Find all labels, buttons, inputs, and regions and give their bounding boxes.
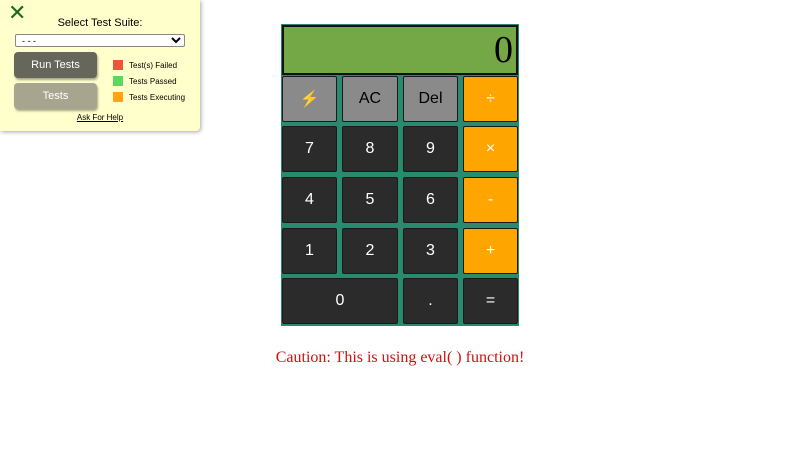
multiply-key[interactable]: ×	[463, 126, 518, 172]
legend-executing: Tests Executing	[113, 89, 185, 105]
digit-6-key[interactable]: 6	[403, 177, 458, 223]
caution-message: Caution: This is using eval( ) function!	[275, 349, 525, 366]
digit-1-key[interactable]: 1	[282, 228, 337, 274]
flash-key[interactable]: ⚡	[282, 76, 337, 122]
divide-key[interactable]: ÷	[463, 76, 518, 122]
digit-2-key[interactable]: 2	[342, 228, 398, 274]
equals-key[interactable]: =	[463, 278, 518, 324]
ask-for-help-link[interactable]: Ask For Help	[0, 113, 200, 122]
legend-label-passed: Tests Passed	[129, 76, 177, 86]
test-legend: Test(s) Failed Tests Passed Tests Execut…	[113, 57, 185, 105]
digit-0-key[interactable]: 0	[282, 278, 398, 324]
calculator-display: 0	[282, 25, 518, 75]
subtract-key[interactable]: -	[463, 177, 518, 223]
delete-key[interactable]: Del	[403, 76, 458, 122]
lightning-icon: ⚡	[299, 91, 320, 108]
legend-swatch-passed	[113, 76, 123, 86]
clear-all-key[interactable]: AC	[342, 76, 398, 122]
legend-swatch-executing	[113, 92, 123, 102]
calculator: 0 ⚡ AC Del ÷ 7 8 9 × 4 5 6 - 1 2 3 + 0 .…	[281, 24, 519, 326]
suite-title: Select Test Suite:	[57, 17, 143, 29]
test-suite-select[interactable]: - - -	[15, 34, 185, 47]
digit-9-key[interactable]: 9	[403, 126, 458, 172]
digit-7-key[interactable]: 7	[282, 126, 337, 172]
legend-label-executing: Tests Executing	[129, 92, 186, 102]
digit-5-key[interactable]: 5	[342, 177, 398, 223]
digit-4-key[interactable]: 4	[282, 177, 337, 223]
test-suite-panel: ✕ Select Test Suite: - - - Run Tests Tes…	[0, 0, 200, 131]
add-key[interactable]: +	[463, 228, 518, 274]
digit-3-key[interactable]: 3	[403, 228, 458, 274]
run-tests-button[interactable]: Run Tests	[14, 52, 97, 78]
legend-passed: Tests Passed	[113, 73, 185, 89]
legend-swatch-failed	[113, 60, 123, 70]
legend-failed: Test(s) Failed	[113, 57, 185, 73]
decimal-key[interactable]: .	[403, 278, 458, 324]
legend-label-failed: Test(s) Failed	[129, 60, 178, 70]
digit-8-key[interactable]: 8	[342, 126, 398, 172]
tests-button[interactable]: Tests	[14, 83, 97, 109]
